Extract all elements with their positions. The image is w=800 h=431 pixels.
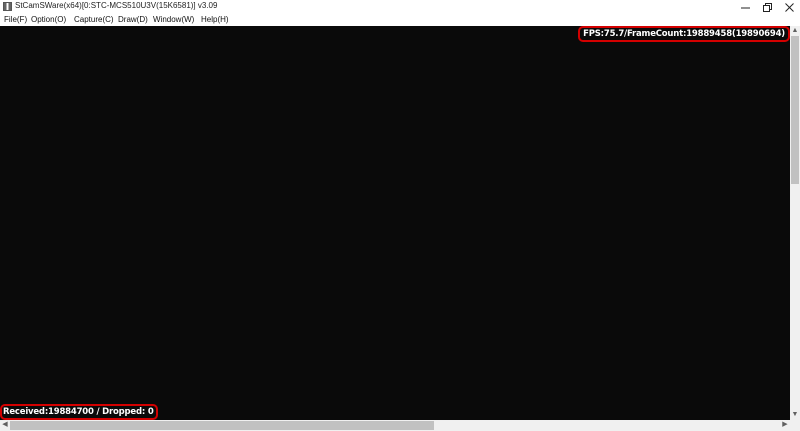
vertical-scrollbar[interactable]: ▲ ▼ [790, 26, 800, 420]
scroll-right-icon[interactable]: ▶ [780, 420, 790, 431]
window-title: StCamSWare(x64)[0:STC-MCS510U3V(15K6581)… [15, 1, 218, 10]
title-bar[interactable]: StCamSWare(x64)[0:STC-MCS510U3V(15K6581)… [0, 0, 800, 14]
scroll-up-icon[interactable]: ▲ [790, 26, 800, 36]
fps-framecount-overlay: FPS:75.7/FrameCount:19889458(19890694) [578, 26, 790, 42]
scroll-left-icon[interactable]: ◀ [0, 420, 10, 431]
camera-viewport[interactable]: FPS:75.7/FrameCount:19889458(19890694) R… [0, 26, 790, 420]
restore-icon [762, 2, 772, 12]
app-icon[interactable] [3, 2, 12, 11]
minimize-icon [740, 7, 750, 8]
vertical-scroll-thumb[interactable] [791, 36, 799, 184]
scrollbar-corner [790, 420, 800, 431]
horizontal-scroll-thumb[interactable] [10, 421, 434, 430]
close-icon [784, 2, 794, 12]
menu-option[interactable]: Option(O) [31, 15, 66, 24]
menu-window[interactable]: Window(W) [153, 15, 194, 24]
menu-help[interactable]: Help(H) [201, 15, 229, 24]
scroll-down-icon[interactable]: ▼ [790, 410, 800, 420]
menu-file[interactable]: File(F) [4, 15, 27, 24]
menu-bar: File(F) Option(O) Capture(C) Draw(D) Win… [0, 14, 800, 26]
minimize-button[interactable] [734, 0, 756, 14]
restore-button[interactable] [756, 0, 778, 14]
menu-capture[interactable]: Capture(C) [74, 15, 114, 24]
horizontal-scrollbar[interactable]: ◀ ▶ [0, 420, 790, 431]
menu-draw[interactable]: Draw(D) [118, 15, 148, 24]
received-dropped-overlay: Received:19884700 / Dropped: 0 [0, 404, 158, 420]
close-button[interactable] [778, 0, 800, 14]
